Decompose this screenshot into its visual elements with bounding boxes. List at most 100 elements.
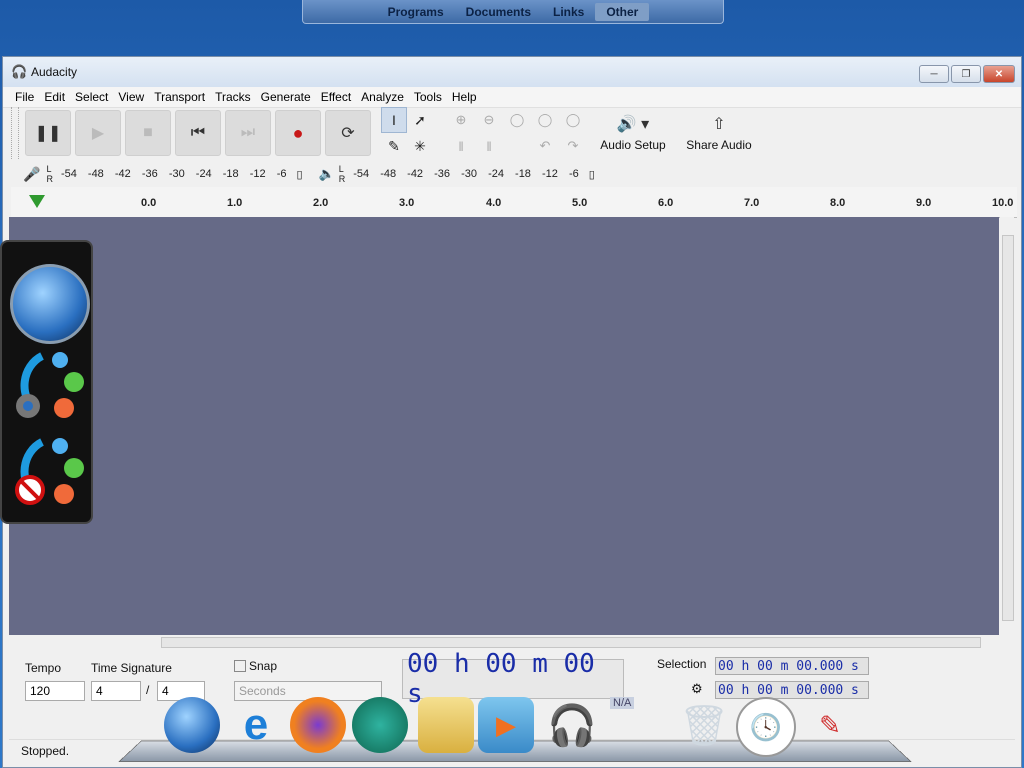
topbar-documents[interactable]: Documents — [455, 3, 542, 21]
menu-tools[interactable]: Tools — [409, 90, 447, 104]
menu-bar: File Edit Select View Transport Tracks G… — [3, 87, 1021, 108]
blank-dock-icon[interactable]: N/A — [606, 697, 662, 753]
fit-selection-icon[interactable]: ◯ — [503, 107, 531, 133]
skip-to-start-button[interactable]: ⏮ — [175, 110, 221, 156]
menu-edit[interactable]: Edit — [39, 90, 70, 104]
menu-transport[interactable]: Transport — [149, 90, 210, 104]
play-button[interactable]: ▶ — [75, 110, 121, 156]
track-area[interactable] — [9, 217, 999, 635]
ruler-tick: 9.0 — [916, 197, 932, 209]
recycle-bin-icon[interactable]: 🗑 — [676, 697, 732, 753]
pause-button[interactable]: ❚❚ — [25, 110, 71, 156]
toolbar-grip[interactable] — [11, 107, 19, 159]
desktop-tool-icon[interactable]: ✎ — [802, 697, 858, 753]
fit-project-icon[interactable]: ◯ — [531, 107, 559, 133]
menu-effect[interactable]: Effect — [316, 90, 356, 104]
menu-file[interactable]: File — [3, 90, 39, 104]
audio-setup-button[interactable]: 🔊 ▾ Audio Setup — [593, 107, 673, 159]
edit-toolbar: ⊕ ⊖ ◯ ◯ ◯ ‖ ‖ ↶ ↷ — [447, 107, 587, 161]
na-label: N/A — [610, 697, 635, 709]
microphone-icon[interactable]: 🎤 — [23, 166, 40, 183]
selection-tool-icon[interactable]: I — [381, 107, 407, 133]
transport-toolbar: ❚❚ ▶ ■ ⏮ ⏭ ● ⟳ I ➚ ✎ ✳ ⊕ ⊖ ◯ ◯ ◯ ‖ ‖ ↶ ↷… — [11, 107, 759, 161]
title-bar: 🎧 Audacity ─ ❐ ✕ — [3, 57, 1021, 87]
clock-icon[interactable]: 🕓 — [736, 697, 796, 757]
menu-view[interactable]: View — [113, 90, 149, 104]
snap-label: Snap — [249, 659, 278, 673]
envelope-tool-icon[interactable]: ➚ — [407, 107, 433, 133]
tempo-label: Tempo — [25, 661, 62, 675]
close-button[interactable]: ✕ — [983, 65, 1015, 83]
firefox-icon[interactable] — [290, 697, 346, 753]
menu-select[interactable]: Select — [70, 90, 113, 104]
topbar-other[interactable]: Other — [595, 2, 650, 21]
maximize-button[interactable]: ❐ — [951, 65, 981, 83]
record-meter-slider[interactable]: ▯ — [296, 168, 302, 181]
share-audio-button[interactable]: ⇧ Share Audio — [679, 107, 759, 159]
audacity-window: 🎧 Audacity ─ ❐ ✕ File Edit Select View T… — [2, 56, 1022, 768]
timeline-ruler[interactable]: 0.0 1.0 2.0 3.0 4.0 5.0 6.0 7.0 8.0 9.0 … — [11, 187, 1017, 218]
audacity-headphones-icon: 🎧 — [11, 64, 28, 79]
horizontal-scroll-thumb[interactable] — [161, 637, 981, 648]
refresh-app-icon[interactable] — [352, 697, 408, 753]
zoom-toggle-icon[interactable]: ◯ — [559, 107, 587, 133]
share-icon: ⇧ — [712, 116, 726, 133]
dock-bar: e ▶ 🎧 N/A 🗑 🕓 ✎ — [118, 695, 912, 765]
zoom-out-icon[interactable]: ⊖ — [475, 107, 503, 133]
selection-label: Selection — [657, 657, 707, 671]
topbar-links[interactable]: Links — [542, 3, 595, 21]
time-signature-label: Time Signature — [91, 661, 172, 675]
ruler-tick: 3.0 — [399, 197, 415, 209]
redo-icon[interactable]: ↷ — [559, 133, 587, 159]
internet-explorer-icon[interactable]: e — [228, 697, 284, 753]
ruler-tick: 0.0 — [141, 197, 157, 209]
menu-help[interactable]: Help — [447, 90, 482, 104]
vertical-scrollbar[interactable] — [1000, 217, 1014, 635]
disabled-app-icon[interactable] — [12, 432, 86, 506]
audacity-dock-icon[interactable]: 🎧 — [544, 697, 600, 753]
side-gadget — [0, 240, 93, 524]
menu-analyze[interactable]: Analyze — [356, 90, 409, 104]
settings-gear-icon[interactable] — [12, 346, 86, 420]
draw-tool-icon[interactable]: ✎ — [381, 133, 407, 159]
meter-toolbar: 🎤 L R -54 -48 -42 -36 -30 -24 -18 -12 -6… — [11, 162, 611, 186]
vertical-scroll-thumb[interactable] — [1002, 235, 1014, 621]
snap-checkbox[interactable] — [234, 660, 246, 672]
selection-start-time[interactable]: 00 h 00 m 00.000 s — [715, 657, 869, 675]
time-display[interactable]: 00 h 00 m 00 s — [402, 649, 624, 709]
ruler-tick: 6.0 — [658, 197, 674, 209]
menu-tracks[interactable]: Tracks — [210, 90, 256, 104]
silence-icon[interactable]: ‖ — [475, 133, 503, 159]
media-player-icon[interactable]: ▶ — [478, 697, 534, 753]
topbar-programs[interactable]: Programs — [377, 3, 455, 21]
trim-icon[interactable]: ‖ — [447, 133, 475, 159]
ruler-tick: 7.0 — [744, 197, 760, 209]
horizontal-scrollbar[interactable] — [147, 635, 993, 649]
record-button[interactable]: ● — [275, 110, 321, 156]
folder-icon[interactable] — [418, 697, 474, 753]
windows-orb-dock-icon[interactable] — [164, 697, 220, 753]
windows-start-orb-icon[interactable] — [10, 264, 90, 344]
ruler-tick: 10.0 — [992, 197, 1014, 209]
ruler-tick: 5.0 — [572, 197, 588, 209]
undo-icon[interactable]: ↶ — [531, 133, 559, 159]
menu-generate[interactable]: Generate — [256, 90, 316, 104]
ruler-tick: 8.0 — [830, 197, 846, 209]
tempo-input[interactable]: 120 — [25, 681, 85, 701]
speaker-icon: 🔊 ▾ — [616, 116, 650, 133]
stop-button[interactable]: ■ — [125, 110, 171, 156]
record-meter[interactable]: L R -54 -48 -42 -36 -30 -24 -18 -12 -6 ▯ — [46, 164, 302, 184]
speaker-meter-icon[interactable]: 🔈 — [319, 166, 335, 182]
quick-launch-bar: Programs Documents Links Other — [302, 0, 724, 24]
zoom-in-icon[interactable]: ⊕ — [447, 107, 475, 133]
minimize-button[interactable]: ─ — [919, 65, 949, 83]
ruler-tick: 1.0 — [227, 197, 243, 209]
playback-meter[interactable]: L R -54 -48 -42 -36 -30 -24 -18 -12 -6 ▯ — [339, 164, 595, 184]
skip-to-end-button[interactable]: ⏭ — [225, 110, 271, 156]
tools-toolbar: I ➚ ✎ ✳ — [381, 107, 433, 161]
play-head-icon[interactable] — [29, 195, 45, 208]
multi-tool-icon[interactable]: ✳ — [407, 133, 433, 159]
window-title: Audacity — [31, 65, 78, 79]
playback-meter-slider[interactable]: ▯ — [589, 168, 595, 181]
loop-button[interactable]: ⟳ — [325, 110, 371, 156]
